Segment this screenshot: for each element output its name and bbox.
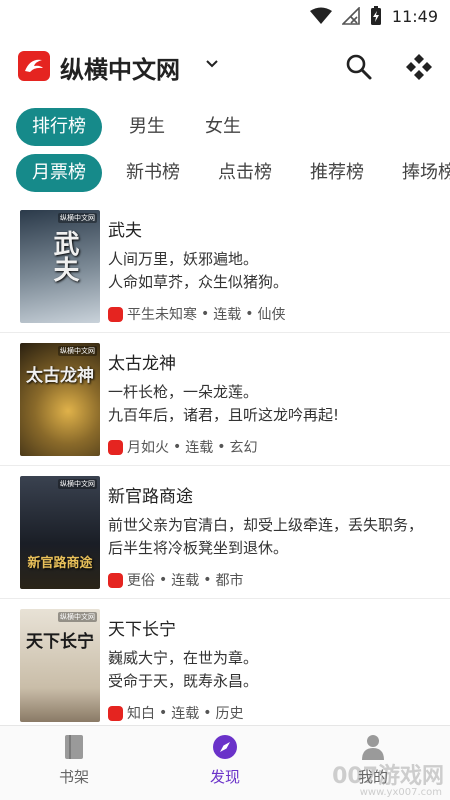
cover-title: 新官路商途 xyxy=(27,556,93,571)
book-genre: 玄幻 xyxy=(229,440,258,456)
nav-label: 发现 xyxy=(209,768,240,786)
chevron-down-icon[interactable] xyxy=(204,56,220,72)
book-meta: 平生未知寒 • 连载 • 仙侠 xyxy=(108,304,286,324)
author-logo-icon xyxy=(108,705,123,721)
book-meta: 更俗 • 连载 • 都市 xyxy=(108,570,244,590)
tab-new-books[interactable]: 新书榜 xyxy=(126,154,180,192)
book-author: 知白 xyxy=(127,706,155,722)
nav-discover[interactable]: 发现 xyxy=(175,734,275,794)
compass-icon xyxy=(213,735,237,759)
cover-badge: 纵横中文网 xyxy=(58,479,97,489)
book-genre: 都市 xyxy=(215,573,244,589)
wifi-icon xyxy=(309,7,332,24)
book-cover: 纵横中文网 太古龙神 xyxy=(20,343,100,456)
book-list-item[interactable]: 纵横中文网 新官路商途 新官路商途 前世父亲为官清白，却受上级牵连，丢失职务，后… xyxy=(0,466,450,599)
battery-charging-icon xyxy=(370,6,381,25)
author-logo-icon xyxy=(108,572,123,588)
book-meta: 月如火 • 连载 • 玄幻 xyxy=(108,437,258,457)
author-logo-icon xyxy=(108,439,123,455)
cover-badge: 纵横中文网 xyxy=(58,612,97,622)
author-logo-icon xyxy=(108,306,123,322)
book-genre: 历史 xyxy=(215,706,244,722)
status-bar: 11:49 xyxy=(0,0,450,32)
book-cover: 纵横中文网 天下长宁 xyxy=(20,609,100,722)
book-description: 一杆长枪，一朵龙莲。 九百年后，诸君，且听这龙吟再起! xyxy=(108,383,340,424)
app-logo xyxy=(18,51,50,81)
book-author: 平生未知寒 xyxy=(127,307,197,323)
book-status: 连载 xyxy=(171,706,200,722)
book-genre: 仙侠 xyxy=(257,307,286,323)
nav-label: 书架 xyxy=(58,768,89,786)
status-time: 11:49 xyxy=(391,6,438,26)
book-author: 月如火 xyxy=(127,440,169,456)
book-author: 更俗 xyxy=(127,573,155,589)
tab-monthly-ticket[interactable]: 月票榜 xyxy=(16,154,102,192)
book-meta: 知白 • 连载 • 历史 xyxy=(108,703,244,723)
tab-recommend[interactable]: 推荐榜 xyxy=(310,154,364,192)
app-title[interactable]: 纵横中文网 xyxy=(60,50,180,85)
cover-badge: 纵横中文网 xyxy=(58,213,97,223)
tab-ranking[interactable]: 排行榜 xyxy=(16,108,102,146)
app-bar: 纵横中文网 xyxy=(0,46,450,86)
book-title: 武夫 xyxy=(108,221,142,241)
cover-title: 天下长宁 xyxy=(26,632,94,652)
book-status: 连载 xyxy=(213,307,242,323)
cover-title: 太古龙神 xyxy=(26,366,94,386)
book-list-item[interactable]: 纵横中文网 武夫 武夫 人间万里，妖邪遍地。 人命如草芥，众生似猪狗。 平生未知… xyxy=(0,200,450,333)
primary-tabs: 排行榜 男生 女生 xyxy=(16,108,241,146)
category-grid-icon[interactable] xyxy=(403,51,435,83)
book-cover: 纵横中文网 武夫 xyxy=(20,210,100,323)
tab-clicks[interactable]: 点击榜 xyxy=(218,154,272,192)
person-icon xyxy=(362,735,384,760)
watermark-url: www.yx007.com xyxy=(359,787,442,798)
book-status: 连载 xyxy=(171,573,200,589)
book-list: 纵横中文网 武夫 武夫 人间万里，妖邪遍地。 人命如草芥，众生似猪狗。 平生未知… xyxy=(0,200,450,732)
book-description: 前世父亲为官清白，却受上级牵连，丢失职务，后半生将冷板凳坐到退休。 xyxy=(108,516,424,557)
book-title: 新官路商途 xyxy=(108,487,193,507)
book-status: 连载 xyxy=(185,440,214,456)
cover-badge: 纵横中文网 xyxy=(58,346,97,356)
cover-title: 武夫 xyxy=(49,230,79,282)
book-description: 巍威大宁，在世为章。 受命于天，既寿永昌。 xyxy=(108,649,259,690)
secondary-tabs: 月票榜 新书榜 点击榜 推荐榜 捧场榜 xyxy=(16,154,450,192)
book-cover: 纵横中文网 新官路商途 xyxy=(20,476,100,589)
signal-off-icon xyxy=(341,7,360,25)
nav-bookshelf[interactable]: 书架 xyxy=(24,734,124,794)
book-icon xyxy=(65,735,83,759)
book-list-item[interactable]: 纵横中文网 天下长宁 天下长宁 巍威大宁，在世为章。 受命于天，既寿永昌。 知白… xyxy=(0,599,450,732)
tab-male[interactable]: 男生 xyxy=(129,108,165,146)
book-description: 人间万里，妖邪遍地。 人命如草芥，众生似猪狗。 xyxy=(108,250,289,291)
search-icon[interactable] xyxy=(344,52,374,82)
book-list-item[interactable]: 纵横中文网 太古龙神 太古龙神 一杆长枪，一朵龙莲。 九百年后，诸君，且听这龙吟… xyxy=(0,333,450,466)
watermark: 007游戏网 xyxy=(332,764,444,789)
book-title: 太古龙神 xyxy=(108,354,176,374)
tab-female[interactable]: 女生 xyxy=(205,108,241,146)
book-title: 天下长宁 xyxy=(108,620,176,640)
tab-support[interactable]: 捧场榜 xyxy=(402,154,450,192)
